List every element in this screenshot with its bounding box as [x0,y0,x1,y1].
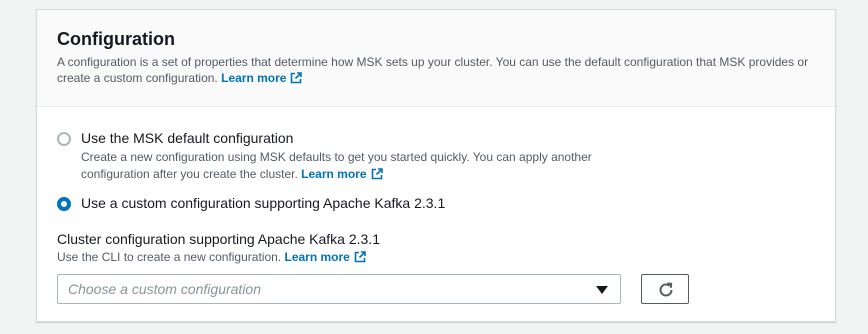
refresh-icon [659,282,673,297]
learn-more-link-label: Learn more [221,71,287,85]
cluster-config-description: Use the CLI to create a new configuratio… [57,249,366,265]
panel-header: Configuration A configuration is a set o… [37,10,835,107]
option-default-label: Use the MSK default configuration [81,130,294,146]
cluster-config-label: Cluster configuration supporting Apache … [57,231,380,247]
panel-description: A configuration is a set of properties t… [57,54,815,86]
learn-more-link[interactable]: Learn more [221,71,303,85]
learn-more-link-label: Learn more [301,167,367,181]
select-placeholder: Choose a custom configuration [68,281,261,297]
custom-configuration-select[interactable]: Choose a custom configuration [57,274,621,304]
learn-more-link[interactable]: Learn more [301,167,383,181]
panel-description-text: A configuration is a set of properties t… [57,55,809,85]
learn-more-link[interactable]: Learn more [284,250,366,264]
external-link-icon [371,168,383,180]
panel-title: Configuration [57,29,175,49]
radio-default-config[interactable] [57,132,71,146]
option-default-description: Create a new configuration using MSK def… [81,149,641,183]
radio-custom-config[interactable] [57,197,71,211]
refresh-button[interactable] [641,274,689,304]
configuration-panel: Configuration A configuration is a set o… [36,9,836,322]
external-link-icon [354,251,366,263]
external-link-icon [291,72,303,84]
caret-down-icon [596,286,608,294]
cluster-config-description-text: Use the CLI to create a new configuratio… [57,250,282,264]
option-custom-label: Use a custom configuration supporting Ap… [81,195,446,211]
learn-more-link-label: Learn more [284,250,350,264]
